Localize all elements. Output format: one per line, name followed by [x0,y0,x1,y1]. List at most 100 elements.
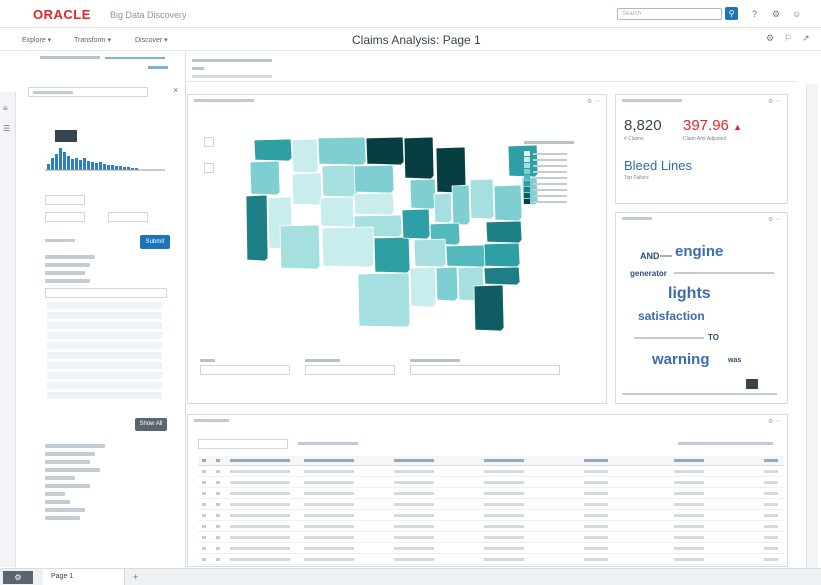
attribute-item[interactable] [45,271,85,275]
page-scrollbar[interactable] [806,84,818,568]
list-icon[interactable]: ☰ [3,124,10,133]
add-page-icon[interactable]: + [133,572,138,582]
map-state[interactable] [409,266,437,308]
map-state[interactable] [321,164,359,198]
map-state[interactable] [365,136,405,166]
map-state[interactable] [357,272,411,328]
apply-button[interactable]: Submit [140,235,170,249]
list-item[interactable] [47,382,162,389]
attribute-item[interactable] [45,500,70,504]
search-button[interactable]: ⚲ [725,7,738,20]
table-view-select[interactable] [198,439,288,449]
map-state[interactable] [373,236,411,274]
map-state[interactable] [353,192,395,216]
map-state[interactable] [291,172,323,206]
zoom-in-button[interactable] [204,137,214,147]
row-checkbox[interactable] [202,481,206,484]
bookmark-icon[interactable]: ⚐ [784,33,792,44]
filter-icon[interactable]: ≡ [3,104,8,113]
row-checkbox[interactable] [202,503,206,506]
refinement-search[interactable] [28,87,148,97]
attribute-item[interactable] [45,468,100,472]
list-item[interactable] [47,362,162,369]
attribute-item[interactable] [45,476,75,480]
panel-controls[interactable]: ⚙ ⋯ [768,418,781,425]
map-state[interactable] [319,196,355,228]
map-state[interactable] [401,208,431,240]
list-item[interactable] [47,312,162,319]
attribute-item[interactable] [45,460,90,464]
list-item[interactable] [47,352,162,359]
attribute-item[interactable] [45,444,105,448]
row-checkbox[interactable] [202,492,206,495]
table-row[interactable] [198,478,784,488]
panel-link[interactable] [105,57,165,59]
panel-controls[interactable]: ⚙ ⋯ [768,216,781,223]
table-row[interactable] [198,511,784,521]
map-state[interactable] [493,184,523,222]
map-state[interactable] [451,184,471,226]
us-map[interactable] [238,125,538,335]
map-state[interactable] [317,136,367,166]
range-max-input[interactable] [108,212,148,222]
map-state[interactable] [483,266,521,286]
menu-transform[interactable]: Transform ▾ [74,36,111,44]
map-state[interactable] [291,138,319,174]
tag-word[interactable]: satisfaction [638,309,705,323]
map-state[interactable] [245,194,269,262]
attribute-item[interactable] [45,255,95,259]
range-operator-select[interactable] [45,195,85,205]
map-state[interactable] [321,226,375,268]
histogram[interactable] [45,144,165,172]
row-checkbox[interactable] [202,525,206,528]
map-state[interactable] [473,284,505,332]
close-icon[interactable]: × [173,85,178,95]
map-state[interactable] [409,178,437,210]
list-item[interactable] [47,392,162,399]
table-row[interactable] [198,533,784,543]
map-state[interactable] [413,238,447,268]
user-icon[interactable]: ☺ [792,9,801,19]
list-item[interactable] [47,332,162,339]
panel-controls[interactable]: ⚙ ⋯ [768,98,781,105]
list-item[interactable] [47,372,162,379]
map-state[interactable] [433,192,453,224]
table-options[interactable] [678,442,773,445]
attribute-item[interactable] [45,484,90,488]
attribute-item[interactable] [45,516,80,520]
table-row[interactable] [198,555,784,565]
tag-word[interactable]: lights [668,285,711,303]
list-item[interactable] [47,342,162,349]
row-checkbox[interactable] [202,514,206,517]
share-icon[interactable]: ↗ [802,33,810,44]
panel-controls[interactable]: ⚙ ⋯ [587,98,600,105]
map-state[interactable] [435,266,459,302]
help-icon[interactable]: ? [752,9,757,19]
list-item[interactable] [47,302,162,309]
map-state[interactable] [253,138,293,162]
row-checkbox[interactable] [202,558,206,561]
map-state[interactable] [469,178,495,220]
attribute-item[interactable] [45,279,90,283]
table-row[interactable] [198,522,784,532]
row-checkbox[interactable] [202,547,206,550]
menu-discover[interactable]: Discover ▾ [135,36,168,44]
range-min-input[interactable] [45,212,85,222]
map-state[interactable] [249,160,281,196]
value-filter-input[interactable] [45,288,167,298]
table-row[interactable] [198,544,784,554]
show-more-button[interactable]: Show All [135,418,167,431]
gear-icon[interactable]: ⚙ [766,33,774,44]
attribute-item[interactable] [45,492,65,496]
tag-word[interactable]: was [728,357,741,364]
map-option[interactable] [200,359,300,379]
tag-word[interactable]: engine [675,243,723,260]
row-checkbox[interactable] [202,536,206,539]
map-state[interactable] [279,224,321,270]
row-checkbox[interactable] [202,470,206,473]
map-state[interactable] [403,136,435,180]
map-state[interactable] [483,242,521,268]
breadcrumb[interactable] [192,59,272,62]
gear-icon[interactable]: ⚙ [3,571,33,584]
tag-word[interactable]: TO [708,333,719,342]
